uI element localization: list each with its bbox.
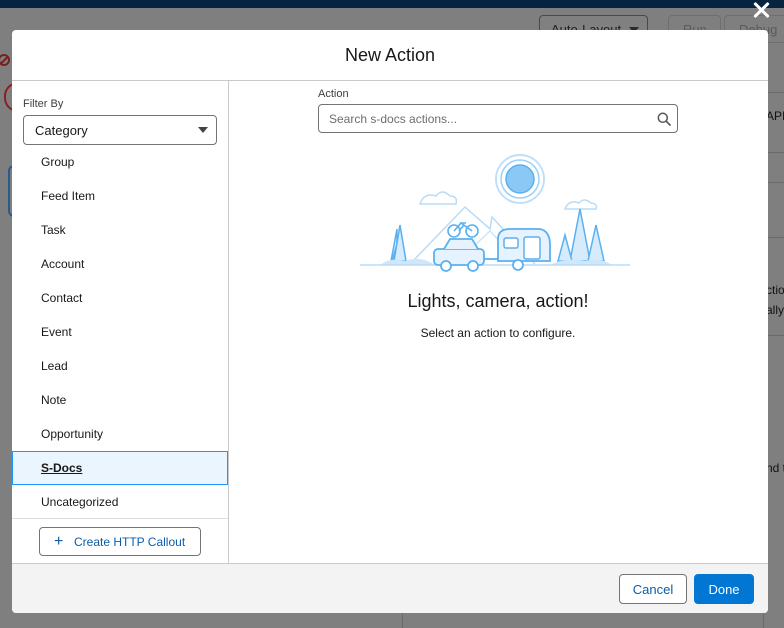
category-item-lead[interactable]: Lead xyxy=(12,349,228,383)
category-item-account[interactable]: Account xyxy=(12,247,228,281)
modal-header: New Action xyxy=(12,30,768,81)
done-button[interactable]: Done xyxy=(694,574,754,604)
background-divider xyxy=(768,237,784,238)
category-item-note[interactable]: Note xyxy=(12,383,228,417)
create-http-callout-button[interactable]: + Create HTTP Callout xyxy=(39,527,201,556)
category-item-feed-item[interactable]: Feed Item xyxy=(12,179,228,213)
background-divider xyxy=(768,92,784,93)
new-action-modal: New Action Filter By Category Group Feed… xyxy=(12,30,768,613)
category-item-contact[interactable]: Contact xyxy=(12,281,228,315)
category-item-event[interactable]: Event xyxy=(12,315,228,349)
category-panel-footer: + Create HTTP Callout xyxy=(12,518,228,563)
category-item-s-docs[interactable]: S-Docs xyxy=(12,451,228,485)
filter-by-value: Category xyxy=(35,123,88,138)
search-icon[interactable] xyxy=(657,112,671,126)
create-http-callout-label: Create HTTP Callout xyxy=(74,535,186,549)
category-item-uncategorized[interactable]: Uncategorized xyxy=(12,485,228,519)
cancel-button[interactable]: Cancel xyxy=(619,574,687,604)
category-list: Group Feed Item Task Account Contact Eve… xyxy=(12,145,228,519)
background-divider xyxy=(768,152,784,153)
background-divider xyxy=(768,182,784,183)
modal-title: New Action xyxy=(344,45,436,65)
chevron-down-icon xyxy=(198,127,208,133)
modal-body: Filter By Category Group Feed Item Task … xyxy=(12,81,768,563)
app-top-bar xyxy=(0,0,784,8)
filter-by-select[interactable]: Category xyxy=(23,115,217,145)
category-item-opportunity[interactable]: Opportunity xyxy=(12,417,228,451)
category-item-task[interactable]: Task xyxy=(12,213,228,247)
category-panel: Filter By Category Group Feed Item Task … xyxy=(12,81,229,563)
background-text: ally xyxy=(766,303,784,317)
action-panel: Action Search s-docs actions... Lights, … xyxy=(230,81,768,563)
action-label: Action xyxy=(318,88,349,100)
background-divider xyxy=(768,335,784,336)
background-text: ctio xyxy=(766,283,784,297)
error-icon xyxy=(0,54,10,66)
action-search-box xyxy=(318,104,678,133)
add-icon: + xyxy=(54,533,64,550)
camping-illustration xyxy=(360,154,630,272)
filter-by-label: Filter By xyxy=(23,98,64,110)
modal-footer: Cancel Done xyxy=(12,563,768,613)
empty-state-subtitle: Select an action to configure. xyxy=(420,326,576,340)
empty-state-title: Lights, camera, action! xyxy=(407,291,589,311)
background-text: nd t xyxy=(766,461,784,475)
category-item-group[interactable]: Group xyxy=(12,145,228,179)
action-search-input[interactable] xyxy=(319,105,649,132)
close-icon[interactable] xyxy=(750,0,772,20)
background-text: API xyxy=(766,109,784,123)
